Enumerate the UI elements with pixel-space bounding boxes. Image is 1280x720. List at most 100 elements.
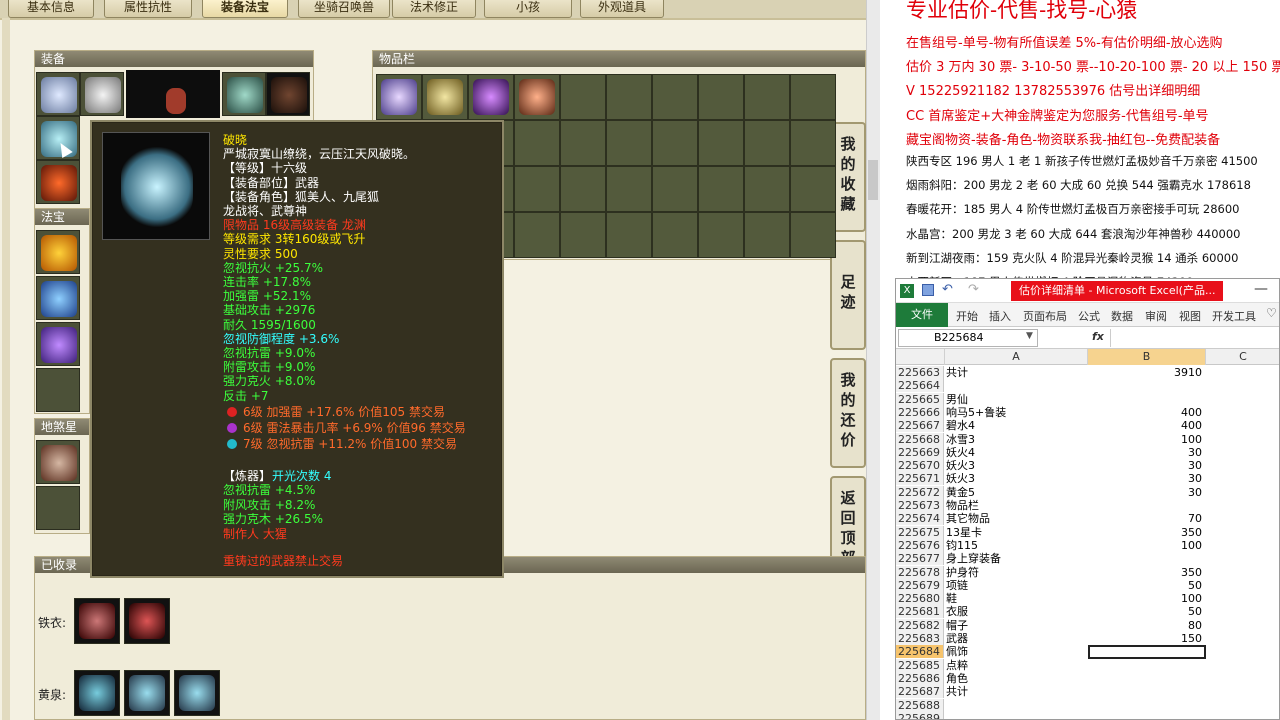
equip-slot-weapon[interactable] xyxy=(36,116,80,160)
cell-a[interactable]: 角色 xyxy=(946,672,1086,685)
inventory-slot[interactable] xyxy=(560,74,606,120)
equip-slot-necklace[interactable] xyxy=(222,72,266,116)
page-scrollbar-thumb[interactable] xyxy=(868,160,878,200)
cell-a[interactable]: 武器 xyxy=(946,632,1086,645)
cell-b[interactable]: 3910 xyxy=(1088,366,1206,379)
cell-a[interactable]: 佩饰 xyxy=(946,645,1086,658)
cell-a[interactable]: 衣服 xyxy=(946,605,1086,618)
ribbon-tab-view[interactable]: 视图 xyxy=(1179,308,1201,324)
cell-b[interactable]: 350 xyxy=(1088,566,1206,579)
minimize-icon[interactable]: — xyxy=(1254,281,1268,297)
inventory-slot[interactable] xyxy=(790,120,836,166)
cell-b[interactable] xyxy=(1088,645,1206,660)
tab-appearance[interactable]: 外观道具 xyxy=(580,0,664,18)
inventory-slot[interactable] xyxy=(698,212,744,258)
inventory-slot[interactable] xyxy=(790,166,836,212)
cell-a[interactable]: 妖火4 xyxy=(946,446,1086,459)
namebox-dropdown-icon[interactable]: ▼ xyxy=(1026,331,1033,341)
cell-a[interactable]: 钧115 xyxy=(946,539,1086,552)
cell-b[interactable]: 100 xyxy=(1088,539,1206,552)
cell-b[interactable]: 100 xyxy=(1088,592,1206,605)
row-number[interactable]: 225663 xyxy=(896,366,944,379)
cell-a[interactable]: 共计 xyxy=(946,685,1086,698)
ribbon-tab-review[interactable]: 审阅 xyxy=(1145,308,1167,324)
inventory-slot[interactable] xyxy=(606,74,652,120)
ribbon-collapse-icon[interactable]: ♡ xyxy=(1266,306,1277,320)
treasure-slot-4[interactable] xyxy=(36,368,80,412)
inventory-slot[interactable] xyxy=(422,74,468,120)
collected-item-2[interactable] xyxy=(124,598,170,644)
cell-a[interactable]: 冰雪3 xyxy=(946,433,1086,446)
inventory-slot[interactable] xyxy=(790,74,836,120)
column-header-b[interactable]: B xyxy=(1088,349,1206,365)
inventory-slot[interactable] xyxy=(698,120,744,166)
cell-a[interactable]: 项链 xyxy=(946,579,1086,592)
collected-item-5[interactable] xyxy=(174,670,220,716)
row-number[interactable]: 225677 xyxy=(896,552,944,566)
cell-a[interactable]: 黄金5 xyxy=(946,486,1086,499)
ribbon-tab-insert[interactable]: 插入 xyxy=(989,308,1011,324)
row-number[interactable]: 225688 xyxy=(896,698,944,712)
row-number[interactable]: 225687 xyxy=(896,685,944,699)
row-number[interactable]: 225683 xyxy=(896,632,944,645)
inventory-slot[interactable] xyxy=(652,166,698,212)
row-number[interactable]: 225674 xyxy=(896,512,944,526)
fx-label[interactable]: fx xyxy=(1092,330,1104,343)
collected-item-4[interactable] xyxy=(124,670,170,716)
row-number[interactable]: 225689 xyxy=(896,711,944,719)
inventory-slot[interactable] xyxy=(560,212,606,258)
cell-b[interactable]: 30 xyxy=(1088,486,1206,499)
inventory-slot[interactable] xyxy=(514,120,560,166)
ribbon-tab-data[interactable]: 数据 xyxy=(1111,308,1133,324)
equip-slot-accessory[interactable] xyxy=(266,72,310,116)
row-number[interactable]: 225686 xyxy=(896,671,944,685)
earth-fiend-slot-2[interactable] xyxy=(36,486,80,530)
tab-mounts-pets[interactable]: 坐骑召唤兽 xyxy=(298,0,390,18)
cell-a[interactable]: 响马5+鲁装 xyxy=(946,406,1086,419)
cell-a[interactable]: 物品栏 xyxy=(946,499,1086,512)
row-number[interactable]: 225684 xyxy=(896,645,944,659)
cell-b[interactable]: 400 xyxy=(1088,406,1206,419)
inventory-slot[interactable] xyxy=(652,120,698,166)
collected-item-1[interactable] xyxy=(74,598,120,644)
inventory-slot[interactable] xyxy=(376,74,422,120)
redo-icon[interactable]: ↷ xyxy=(968,282,979,297)
row-number[interactable]: 225671 xyxy=(896,472,944,486)
cell-b[interactable]: 30 xyxy=(1088,446,1206,459)
cell-a[interactable]: 妖火3 xyxy=(946,472,1086,485)
tab-equipment[interactable]: 装备法宝 xyxy=(202,0,288,18)
earth-fiend-slot-1[interactable] xyxy=(36,440,80,484)
inventory-slot[interactable] xyxy=(514,212,560,258)
cell-b[interactable]: 70 xyxy=(1088,512,1206,525)
tab-spell-correction[interactable]: 法术修正 xyxy=(392,0,476,18)
row-number[interactable]: 225685 xyxy=(896,658,944,672)
cell-a[interactable]: 鞋 xyxy=(946,592,1086,605)
ribbon-tab-formulas[interactable]: 公式 xyxy=(1078,308,1100,324)
cell-b[interactable]: 100 xyxy=(1088,433,1206,446)
inventory-slot[interactable] xyxy=(698,74,744,120)
my-counteroffer-button[interactable]: 我的还价 xyxy=(830,358,866,468)
equip-slot-helmet[interactable] xyxy=(80,72,124,116)
row-number[interactable]: 225675 xyxy=(896,525,944,539)
cell-a[interactable]: 帽子 xyxy=(946,619,1086,632)
treasure-slot-2[interactable] xyxy=(36,276,80,320)
inventory-slot[interactable] xyxy=(744,166,790,212)
tab-attributes[interactable]: 属性抗性 xyxy=(104,0,192,18)
row-number[interactable]: 225664 xyxy=(896,379,944,393)
ribbon-tab-page-layout[interactable]: 页面布局 xyxy=(1023,308,1067,324)
equip-slot-boots[interactable] xyxy=(36,160,80,204)
inventory-slot[interactable] xyxy=(698,166,744,212)
cell-b[interactable]: 50 xyxy=(1088,579,1206,592)
inventory-slot[interactable] xyxy=(744,212,790,258)
collected-item-3[interactable] xyxy=(74,670,120,716)
cell-b[interactable]: 30 xyxy=(1088,459,1206,472)
cell-b[interactable]: 400 xyxy=(1088,419,1206,432)
ribbon-tab-file[interactable]: 文件 xyxy=(896,303,948,327)
cell-a[interactable]: 共计 xyxy=(946,366,1086,379)
inventory-slot[interactable] xyxy=(606,166,652,212)
row-number[interactable]: 225682 xyxy=(896,618,944,632)
row-number[interactable]: 225680 xyxy=(896,592,944,606)
inventory-slot[interactable] xyxy=(514,166,560,212)
cell-b[interactable]: 350 xyxy=(1088,526,1206,539)
inventory-slot[interactable] xyxy=(652,212,698,258)
